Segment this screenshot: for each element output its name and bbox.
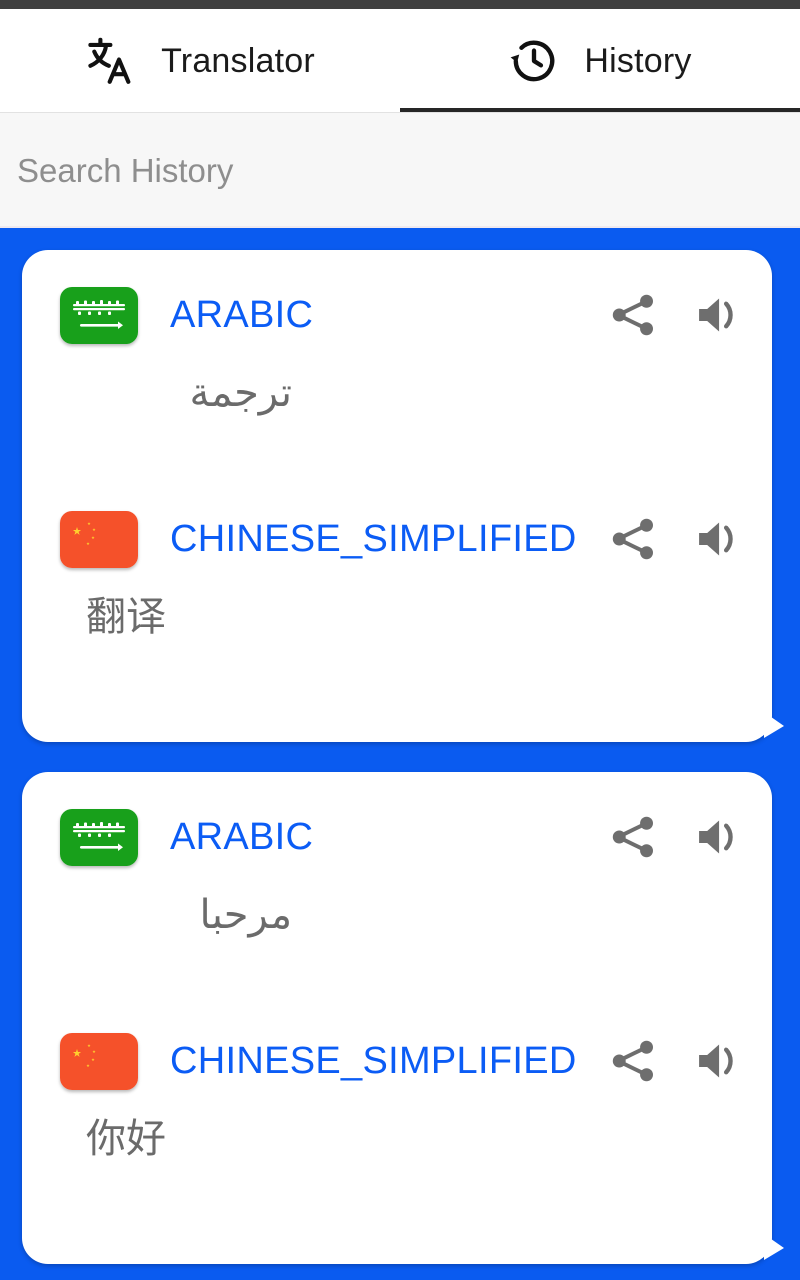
target-text: 翻译: [86, 594, 166, 640]
saudi-arabia-flag: [60, 286, 138, 344]
target-language-label: CHINESE_SIMPLIFIED: [170, 1040, 577, 1082]
share-icon[interactable]: [608, 290, 658, 340]
entry-header: CHINESE_SIMPLIFIED: [22, 500, 772, 578]
volume-icon[interactable]: [692, 812, 742, 862]
tab-translator[interactable]: Translator: [0, 9, 400, 113]
history-entry-target: CHINESE_SIMPLIFIED: [22, 500, 772, 670]
translate-icon: [85, 35, 137, 87]
target-text: 你好: [86, 1116, 166, 1162]
card-tail: [764, 712, 784, 738]
source-text: مرحبا: [199, 892, 292, 938]
search-bar[interactable]: [0, 113, 800, 228]
tab-history-label: History: [584, 42, 692, 80]
share-icon[interactable]: [608, 1036, 658, 1086]
entry-actions: [608, 290, 758, 340]
source-text: ترجمة: [189, 370, 293, 416]
history-entry-target: CHINESE_SIMPLIFIED: [22, 1022, 772, 1192]
volume-icon[interactable]: [692, 514, 742, 564]
card-tail: [764, 1234, 784, 1260]
card-bottom-spacer: [22, 670, 772, 742]
app-screen: Translator History Search History ARABIC…: [0, 0, 800, 1280]
entry-actions: [608, 1036, 758, 1086]
history-list[interactable]: ARABIC ترجمة CHINESE_SIMPLIFIED 翻译 ARABI…: [0, 228, 800, 1280]
entry-spacer: [22, 446, 772, 500]
saudi-arabia-flag: [60, 808, 138, 866]
history-clock-icon: [508, 35, 560, 87]
volume-icon[interactable]: [692, 290, 742, 340]
entry-actions: [608, 812, 758, 862]
search-input[interactable]: [0, 113, 800, 228]
entry-spacer: [22, 968, 772, 1022]
history-card[interactable]: ARABIC: [22, 772, 784, 1264]
source-language-label: ARABIC: [170, 294, 314, 336]
status-bar: [0, 0, 800, 9]
history-entry-source: ARABIC: [22, 798, 772, 968]
card-bottom-spacer: [22, 1192, 772, 1264]
entry-actions: [608, 514, 758, 564]
history-card[interactable]: ARABIC: [22, 250, 784, 742]
china-flag: [60, 510, 138, 568]
share-icon[interactable]: [608, 812, 658, 862]
source-language-label: ARABIC: [170, 816, 314, 858]
target-language-label: CHINESE_SIMPLIFIED: [170, 518, 577, 560]
share-icon[interactable]: [608, 514, 658, 564]
entry-header: CHINESE_SIMPLIFIED: [22, 1022, 772, 1100]
entry-header: ARABIC: [22, 276, 772, 354]
china-flag: [60, 1032, 138, 1090]
tab-history[interactable]: History: [400, 9, 800, 113]
tab-translator-label: Translator: [161, 42, 315, 80]
volume-icon[interactable]: [692, 1036, 742, 1086]
history-entry-source: ARABIC: [22, 276, 772, 446]
entry-header: ARABIC: [22, 798, 772, 876]
tab-bar: Translator History: [0, 9, 800, 113]
